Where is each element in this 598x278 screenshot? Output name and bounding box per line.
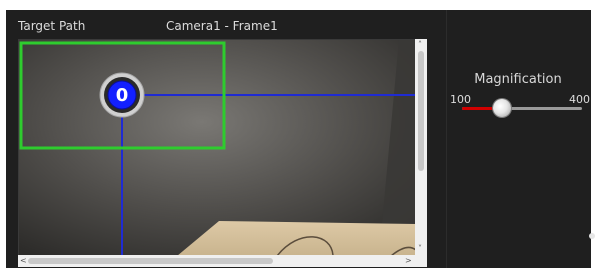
scroll-up-icon[interactable]: ˄ bbox=[418, 41, 422, 49]
target-path-title: Target Path bbox=[18, 19, 86, 33]
magnification-slider[interactable] bbox=[462, 98, 582, 120]
panel-divider bbox=[446, 10, 447, 268]
scene-object bbox=[177, 221, 416, 256]
vertical-scroll-thumb[interactable] bbox=[418, 51, 424, 171]
horizontal-scroll-thumb[interactable] bbox=[28, 258, 273, 264]
marker-number: 0 bbox=[116, 85, 129, 106]
camera-image: 0 bbox=[19, 40, 416, 256]
app-root: Target Path Camera1 - Frame1 0 ˄ ˅ < > M… bbox=[0, 0, 598, 278]
magnification-title: Magnification bbox=[474, 72, 562, 87]
camera-viewport[interactable]: 0 bbox=[18, 39, 417, 257]
edge-dot bbox=[589, 233, 595, 239]
slider-knob[interactable] bbox=[493, 99, 511, 117]
scroll-corner bbox=[415, 255, 427, 267]
horizontal-scrollbar[interactable]: < > bbox=[18, 255, 415, 267]
camera-frame-label: Camera1 - Frame1 bbox=[166, 19, 278, 33]
scroll-down-icon[interactable]: ˅ bbox=[418, 245, 422, 253]
scroll-right-icon[interactable]: > bbox=[405, 257, 412, 265]
vertical-scrollbar[interactable]: ˄ ˅ bbox=[415, 39, 427, 255]
scroll-left-icon[interactable]: < bbox=[20, 257, 27, 265]
target-marker[interactable]: 0 bbox=[99, 72, 145, 118]
